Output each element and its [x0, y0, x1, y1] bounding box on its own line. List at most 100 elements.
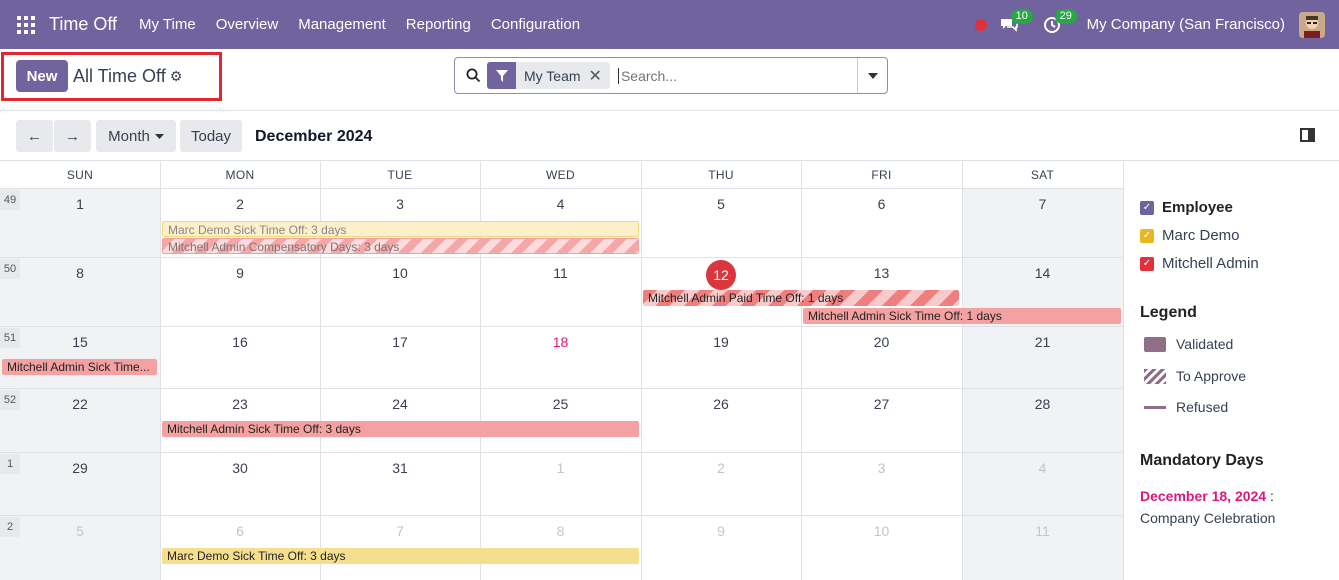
day-number[interactable]: 16 [160, 334, 320, 350]
validated-swatch-icon [1144, 336, 1166, 352]
filter-label: Employee [1162, 199, 1233, 216]
day-number[interactable]: 26 [641, 396, 801, 412]
day-number[interactable]: 6 [160, 523, 320, 539]
day-number[interactable]: 11 [962, 523, 1123, 539]
checkbox-checked-icon[interactable]: ✓ [1140, 228, 1154, 243]
apps-menu-icon[interactable] [17, 15, 35, 34]
day-number[interactable]: 21 [962, 334, 1123, 350]
day-number[interactable]: 9 [641, 523, 801, 539]
day-header: TUE [387, 168, 413, 182]
day-number[interactable]: 7 [320, 523, 480, 539]
day-number[interactable]: 31 [320, 460, 480, 476]
filter-employee[interactable]: ✓ Employee [1140, 199, 1233, 216]
calendar-sidebar: ✓ Employee ✓ Marc Demo ✓ Mitchell Admin … [1124, 162, 1339, 580]
recording-indicator-icon[interactable] [974, 18, 987, 31]
day-number[interactable]: 11 [480, 265, 641, 281]
control-panel: New All Time Off ⚙ My Team ✕ [0, 49, 1339, 111]
day-number[interactable]: 1 [480, 460, 641, 476]
time-off-event[interactable]: Mitchell Admin Compensatory Days: 3 days [162, 238, 639, 254]
activities-clock-icon[interactable]: 29 [1043, 8, 1077, 34]
filter-mitchell-admin[interactable]: ✓ Mitchell Admin [1140, 255, 1259, 272]
day-header: MON [225, 168, 255, 182]
day-number[interactable]: 4 [480, 196, 641, 212]
search-input[interactable] [617, 67, 848, 84]
new-button[interactable]: New [16, 60, 68, 92]
day-number[interactable]: 14 [962, 265, 1123, 281]
day-header: WED [546, 168, 575, 182]
day-number[interactable]: 24 [320, 396, 480, 412]
day-number[interactable]: 15 [0, 334, 160, 350]
day-number[interactable]: 28 [962, 396, 1123, 412]
activities-badge: 29 [1054, 8, 1077, 24]
prev-button[interactable]: ← [16, 120, 53, 152]
mandatory-day-date[interactable]: December 18, 2024 : [1140, 488, 1274, 504]
day-number[interactable]: 2 [641, 460, 801, 476]
time-off-event[interactable]: Mitchell Admin Sick Time Off: 3 days [162, 421, 639, 437]
menu-overview[interactable]: Overview [216, 16, 279, 33]
day-number[interactable]: 10 [320, 265, 480, 281]
day-number[interactable]: 1 [0, 196, 160, 212]
day-header: THU [708, 168, 734, 182]
day-number[interactable]: 3 [320, 196, 480, 212]
checkbox-checked-icon[interactable]: ✓ [1140, 256, 1154, 271]
time-off-event[interactable]: Marc Demo Sick Time Off: 3 days [162, 548, 639, 564]
today-button[interactable]: Today [180, 120, 242, 152]
gear-icon[interactable]: ⚙ [170, 68, 183, 85]
day-number[interactable]: 9 [160, 265, 320, 281]
day-number[interactable]: 27 [801, 396, 962, 412]
period-title: December 2024 [255, 128, 373, 145]
day-number[interactable]: 20 [801, 334, 962, 350]
next-button[interactable]: → [54, 120, 91, 152]
day-number[interactable]: 23 [160, 396, 320, 412]
filter-marc-demo[interactable]: ✓ Marc Demo [1140, 227, 1240, 244]
legend-label: Validated [1176, 336, 1234, 352]
mandatory-date-text: December 18, 2024 [1140, 488, 1267, 504]
day-number[interactable]: 5 [641, 196, 801, 212]
today-marker[interactable]: 12 [706, 260, 736, 290]
day-number[interactable]: 4 [962, 460, 1123, 476]
search-bar: My Team ✕ [454, 57, 888, 94]
day-number[interactable]: 29 [0, 460, 160, 476]
messages-icon[interactable]: 10 [999, 8, 1033, 34]
to-approve-swatch-icon [1144, 368, 1166, 384]
day-number[interactable]: 10 [801, 523, 962, 539]
scale-dropdown[interactable]: Month [96, 120, 176, 152]
mandatory-colon: : [1269, 488, 1274, 504]
sidebar-toggle-icon[interactable] [1300, 128, 1315, 142]
day-number[interactable]: 18 [480, 334, 641, 350]
day-number[interactable]: 3 [801, 460, 962, 476]
remove-facet-icon[interactable]: ✕ [589, 66, 610, 86]
filter-label: Marc Demo [1162, 227, 1240, 244]
time-off-event[interactable]: Mitchell Admin Sick Time Off: 1 days [803, 308, 1121, 324]
company-switcher[interactable]: My Company (San Francisco) [1087, 16, 1285, 33]
day-number[interactable]: 8 [0, 265, 160, 281]
menu-management[interactable]: Management [298, 16, 386, 33]
day-number[interactable]: 17 [320, 334, 480, 350]
user-avatar[interactable] [1299, 11, 1325, 38]
day-number[interactable]: 22 [0, 396, 160, 412]
menu-configuration[interactable]: Configuration [491, 16, 580, 33]
day-number[interactable]: 2 [160, 196, 320, 212]
day-number[interactable]: 19 [641, 334, 801, 350]
time-off-event[interactable]: Mitchell Admin Sick Time... [2, 359, 157, 375]
search-options-toggle[interactable] [857, 58, 887, 93]
day-number[interactable]: 6 [801, 196, 962, 212]
day-number[interactable]: 5 [0, 523, 160, 539]
legend-label: Refused [1176, 399, 1229, 415]
facet-label: My Team [524, 67, 581, 84]
day-number[interactable]: 30 [160, 460, 320, 476]
app-title[interactable]: Time Off [49, 14, 117, 35]
day-number[interactable]: 7 [962, 196, 1123, 212]
day-number[interactable]: 13 [801, 265, 962, 281]
checkbox-checked-icon[interactable]: ✓ [1140, 200, 1154, 215]
search-facet: My Team ✕ [487, 62, 610, 89]
day-number[interactable]: 25 [480, 396, 641, 412]
day-number[interactable]: 8 [480, 523, 641, 539]
time-off-event[interactable]: Marc Demo Sick Time Off: 3 days [162, 221, 639, 237]
menu-reporting[interactable]: Reporting [406, 16, 471, 33]
time-off-event[interactable]: Mitchell Admin Paid Time Off: 1 days [643, 290, 959, 306]
calendar-grid: SUN MON TUE WED THU FRI SAT 49 1 2 3 4 5 6 7 50 8 9 10 11 12… [0, 162, 1124, 580]
scale-label: Month [108, 127, 150, 145]
search-icon[interactable] [466, 68, 481, 83]
menu-my-time[interactable]: My Time [139, 16, 196, 33]
